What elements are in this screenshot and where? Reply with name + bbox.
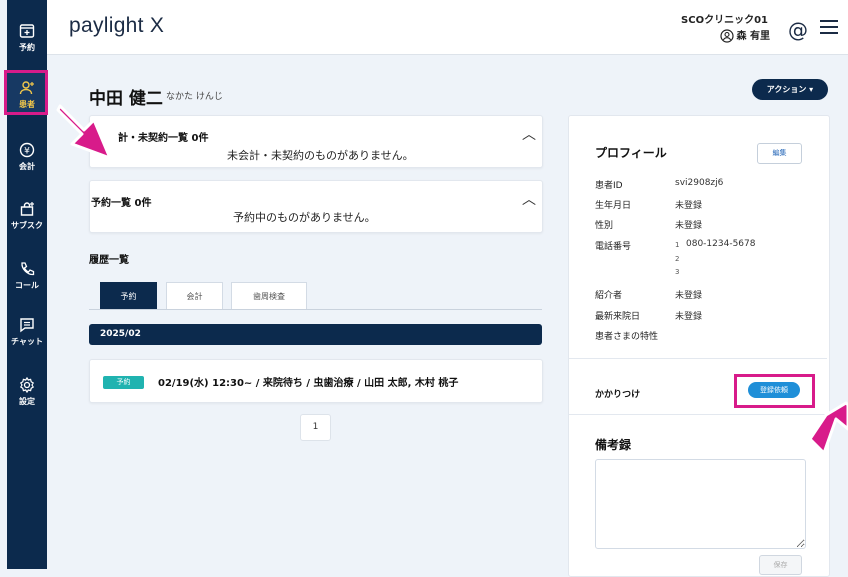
phone-index: 2 [675, 255, 680, 263]
profile-label: 紹介者 [595, 291, 623, 301]
profile-label: 最新来院日 [595, 312, 641, 322]
month-header: 2025/02 [89, 324, 542, 345]
profile-value: 080-1234-5678 [686, 239, 756, 249]
phone-index: 3 [675, 268, 680, 276]
kakari-label: かかりつけ [595, 390, 641, 400]
sidebar-item-chat[interactable]: チャット [7, 316, 47, 347]
reservations-message: 予約中のものがありません。 [233, 211, 376, 224]
header: paylight X SCOクリニック01 森 有里 @ [47, 0, 848, 55]
profile-value: svi2908zj6 [675, 178, 724, 188]
sidebar-item-label: コール [15, 281, 39, 290]
chevron-up-icon[interactable]: ︿ [522, 124, 536, 144]
sidebar-item-subscription[interactable]: サブスク [7, 200, 47, 231]
profile-title: プロフィール [595, 146, 667, 160]
unpaid-message: 未会計・未契約のものがありません。 [227, 149, 414, 162]
profile-label: 電話番号 [595, 242, 632, 252]
profile-label: 生年月日 [595, 201, 632, 211]
yen-icon: ¥ [19, 142, 35, 158]
divider [569, 414, 827, 415]
notes-textarea[interactable] [595, 459, 806, 549]
status-badge: 予約 [103, 376, 144, 389]
phone-index: 1 [675, 241, 680, 249]
gear-icon [19, 376, 35, 394]
sidebar-item-label: サブスク [11, 221, 43, 230]
chat-icon [20, 318, 34, 333]
tab-reservation[interactable]: 予約 [100, 282, 157, 310]
phone-icon [21, 262, 35, 276]
highlight-box [4, 70, 48, 115]
user-menu[interactable]: 森 有里 [719, 27, 770, 43]
sidebar-item-call[interactable]: コール [7, 260, 47, 291]
history-title: 履歴一覧 [89, 255, 129, 266]
tab-perio-exam[interactable]: 歯周検査 [231, 282, 307, 310]
edit-button[interactable]: 編集 [757, 143, 802, 164]
svg-text:¥: ¥ [24, 147, 30, 157]
user-name: 森 有里 [736, 31, 770, 42]
user-icon [719, 29, 734, 43]
action-button[interactable]: アクション ▾ [752, 79, 828, 100]
profile-label: 性別 [595, 221, 614, 231]
profile-value: 未登録 [675, 291, 703, 301]
reservations-title: 予約一覧 0件 [91, 198, 152, 209]
divider [569, 358, 827, 359]
unpaid-card: 計・未契約一覧 0件 未会計・未契約のものがありません。 ︿ [89, 115, 543, 168]
tab-divider [89, 309, 542, 310]
hamburger-menu-icon[interactable] [820, 20, 838, 38]
mention-icon[interactable]: @ [788, 18, 808, 42]
sidebar-item-label: チャット [11, 337, 43, 346]
pagination-page[interactable]: 1 [300, 414, 331, 441]
save-button[interactable]: 保存 [759, 555, 802, 575]
app-logo: paylight X [69, 14, 165, 37]
clinic-name: SCOクリニック01 [681, 15, 768, 26]
sidebar-item-accounting[interactable]: ¥ 会計 [7, 141, 47, 172]
appointment-text: 02/19(水) 12:30~ / 来院待ち / 虫歯治療 / 山田 太郎, 木… [158, 378, 459, 389]
sidebar-item-label: 会計 [19, 162, 35, 171]
profile-value: 未登録 [675, 221, 703, 231]
sidebar-item-label: 予約 [19, 43, 35, 52]
profile-value: 未登録 [675, 312, 703, 322]
patient-kana: なかた けんじ [166, 92, 223, 102]
calendar-plus-icon [19, 24, 35, 38]
sidebar-item-reservation[interactable]: 予約 [7, 22, 47, 53]
sidebar-item-settings[interactable]: 設定 [7, 376, 47, 407]
chevron-up-icon[interactable]: ︿ [522, 189, 536, 209]
bag-plus-icon [20, 202, 34, 216]
reservations-card: 予約一覧 0件 予約中のものがありません。 ︿ [89, 180, 543, 233]
profile-label: 患者さまの特性 [595, 332, 659, 342]
sidebar-item-label: 設定 [19, 397, 35, 406]
highlight-box [734, 374, 815, 408]
tab-accounting[interactable]: 会計 [166, 282, 223, 310]
unpaid-title: 計・未契約一覧 0件 [118, 133, 209, 144]
notes-title: 備考録 [595, 438, 632, 452]
profile-label: 患者ID [595, 181, 623, 191]
pointer-arrow-icon [56, 104, 112, 160]
profile-value: 未登録 [675, 201, 703, 211]
pointer-arrow-icon [808, 401, 848, 455]
